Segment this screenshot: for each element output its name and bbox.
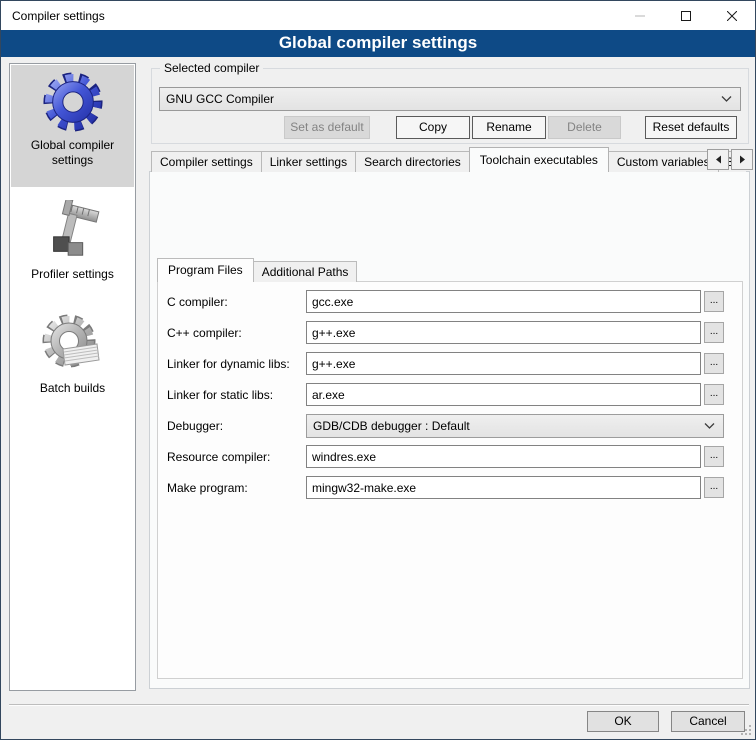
compiler-select[interactable]: GNU GCC Compiler — [159, 87, 741, 111]
caliper-icon — [11, 199, 134, 263]
resource-compiler-browse-button[interactable]: ... — [704, 446, 724, 467]
selected-compiler-legend: Selected compiler — [160, 61, 263, 75]
copy-button[interactable]: Copy — [396, 116, 470, 139]
resource-compiler-input[interactable] — [306, 445, 701, 468]
sidebar-item-profiler-settings[interactable]: Profiler settings — [11, 194, 134, 282]
delete-button[interactable]: Delete — [548, 116, 621, 139]
tab-linker-settings[interactable]: Linker settings — [261, 151, 356, 172]
page-title: Global compiler settings — [1, 30, 755, 57]
maximize-button[interactable] — [663, 1, 709, 30]
c-compiler-browse-button[interactable]: ... — [704, 291, 724, 312]
cpp-compiler-browse-button[interactable]: ... — [704, 322, 724, 343]
close-button[interactable] — [709, 1, 755, 30]
minimize-button[interactable] — [617, 1, 663, 30]
chevron-down-icon — [704, 423, 715, 430]
blue-gear-icon — [11, 70, 134, 134]
static-linker-browse-button[interactable]: ... — [704, 384, 724, 405]
cpp-compiler-input[interactable] — [306, 321, 701, 344]
tab-additional-paths[interactable]: Additional Paths — [253, 261, 358, 282]
tab-scroll-left-button[interactable] — [707, 149, 729, 170]
chevron-down-icon — [721, 96, 732, 103]
compiler-select-value: GNU GCC Compiler — [166, 92, 274, 106]
gray-gear-stack-icon — [11, 313, 134, 377]
resource-compiler-label: Resource compiler: — [167, 450, 301, 464]
tab-scroll-right-button[interactable] — [731, 149, 753, 170]
tab-compiler-settings[interactable]: Compiler settings — [151, 151, 262, 172]
set-as-default-button[interactable]: Set as default — [284, 116, 370, 139]
c-compiler-input[interactable] — [306, 290, 701, 313]
c-compiler-label: C compiler: — [167, 295, 301, 309]
chevron-left-icon — [715, 155, 722, 164]
tab-search-directories[interactable]: Search directories — [355, 151, 470, 172]
make-program-browse-button[interactable]: ... — [704, 477, 724, 498]
compiler-settings-dialog: Compiler settings Global compiler settin… — [0, 0, 756, 740]
sidebar-item-batch-builds[interactable]: Batch builds — [11, 308, 134, 396]
debugger-select[interactable]: GDB/CDB debugger : Default — [306, 414, 724, 438]
sidebar-item-label: Profiler settings — [11, 267, 134, 282]
static-linker-input[interactable] — [306, 383, 701, 406]
tab-custom-variables[interactable]: Custom variables — [608, 151, 719, 172]
cpp-compiler-label: C++ compiler: — [167, 326, 301, 340]
sidebar-item-label: Batch builds — [11, 381, 134, 396]
compiler-tabs: Compiler settings Linker settings Search… — [151, 147, 745, 172]
chevron-right-icon — [739, 155, 746, 164]
tab-program-files[interactable]: Program Files — [157, 258, 254, 282]
reset-defaults-button[interactable]: Reset defaults — [645, 116, 737, 139]
window-title: Compiler settings — [12, 9, 105, 23]
dynamic-linker-input[interactable] — [306, 352, 701, 375]
minimize-icon — [635, 11, 645, 21]
cancel-button[interactable]: Cancel — [671, 711, 745, 732]
sidebar-item-label: Global compiler settings — [11, 138, 134, 168]
make-program-input[interactable] — [306, 476, 701, 499]
close-icon — [727, 11, 737, 21]
dynamic-linker-label: Linker for dynamic libs: — [167, 357, 301, 371]
debugger-select-value: GDB/CDB debugger : Default — [313, 419, 470, 433]
footer-divider — [9, 704, 749, 706]
titlebar: Compiler settings — [1, 1, 755, 30]
maximize-icon — [681, 11, 691, 21]
resize-grip[interactable] — [742, 726, 751, 735]
sidebar-item-global-compiler-settings[interactable]: Global compiler settings — [11, 65, 134, 187]
static-linker-label: Linker for static libs: — [167, 388, 301, 402]
dynamic-linker-browse-button[interactable]: ... — [704, 353, 724, 374]
make-program-label: Make program: — [167, 481, 301, 495]
rename-button[interactable]: Rename — [472, 116, 546, 139]
tab-toolchain-executables[interactable]: Toolchain executables — [469, 147, 609, 172]
ok-button[interactable]: OK — [587, 711, 659, 732]
debugger-label: Debugger: — [167, 419, 301, 433]
toolchain-subtabs: Program Files Additional Paths — [157, 258, 356, 282]
settings-category-list: Global compiler settings — [9, 63, 136, 691]
